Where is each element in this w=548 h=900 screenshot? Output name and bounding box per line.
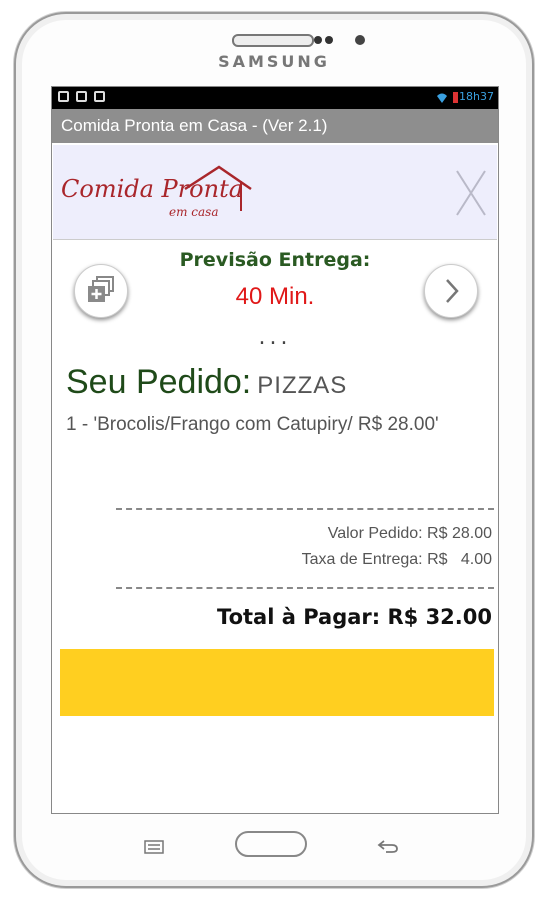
logo-text: Comida Pronta <box>61 175 244 203</box>
order-item: 1 - 'Brocolis/Frango com Catupiry/ R$ 28… <box>66 414 439 435</box>
sensor-dot <box>325 36 333 44</box>
total-to-pay: Total à Pagar: R$ 32.00 <box>217 605 492 629</box>
close-icon[interactable] <box>453 169 489 217</box>
ellipsis: ... <box>258 325 292 350</box>
speaker-grille <box>232 34 314 47</box>
delivery-header: Previsão Entrega: 40 Min. ... <box>52 239 498 350</box>
status-time: 18h37 <box>459 90 494 103</box>
order-value: Valor Pedido: R$ 28.00 <box>327 525 492 542</box>
home-key[interactable] <box>235 831 307 857</box>
chevron-right-icon <box>446 279 459 303</box>
banner: Comida Pronta em casa <box>53 145 497 240</box>
divider <box>116 587 494 589</box>
delivery-fee: Taxa de Entrega: R$ 4.00 <box>301 551 492 568</box>
image-notification-icon <box>76 91 87 102</box>
screen: 18h37 Comida Pronta em Casa - (Ver 2.1) … <box>51 86 499 814</box>
camera-notification-icon <box>94 91 105 102</box>
logo-subtext: em casa <box>169 205 219 219</box>
device-brand: SAMSUNG <box>218 52 330 71</box>
order-heading: Seu Pedido: PIZZAS <box>66 363 347 402</box>
app-title-bar: Comida Pronta em Casa - (Ver 2.1) <box>52 109 498 143</box>
divider <box>116 508 494 510</box>
app-title: Comida Pronta em Casa - (Ver 2.1) <box>61 116 328 135</box>
back-key-icon[interactable] <box>376 838 400 854</box>
wifi-icon <box>437 93 447 103</box>
order-title: Seu Pedido: <box>66 363 252 401</box>
order-category: PIZZAS <box>257 372 348 399</box>
menu-key-icon[interactable] <box>144 840 164 854</box>
next-button[interactable] <box>424 264 478 318</box>
sensor-dot <box>314 36 322 44</box>
status-bar: 18h37 <box>52 87 498 109</box>
confirm-order-button[interactable] <box>60 649 494 716</box>
front-camera <box>355 35 365 45</box>
battery-icon <box>453 92 458 103</box>
screenshot-notification-icon <box>58 91 69 102</box>
logo: Comida Pronta em casa <box>61 157 261 227</box>
